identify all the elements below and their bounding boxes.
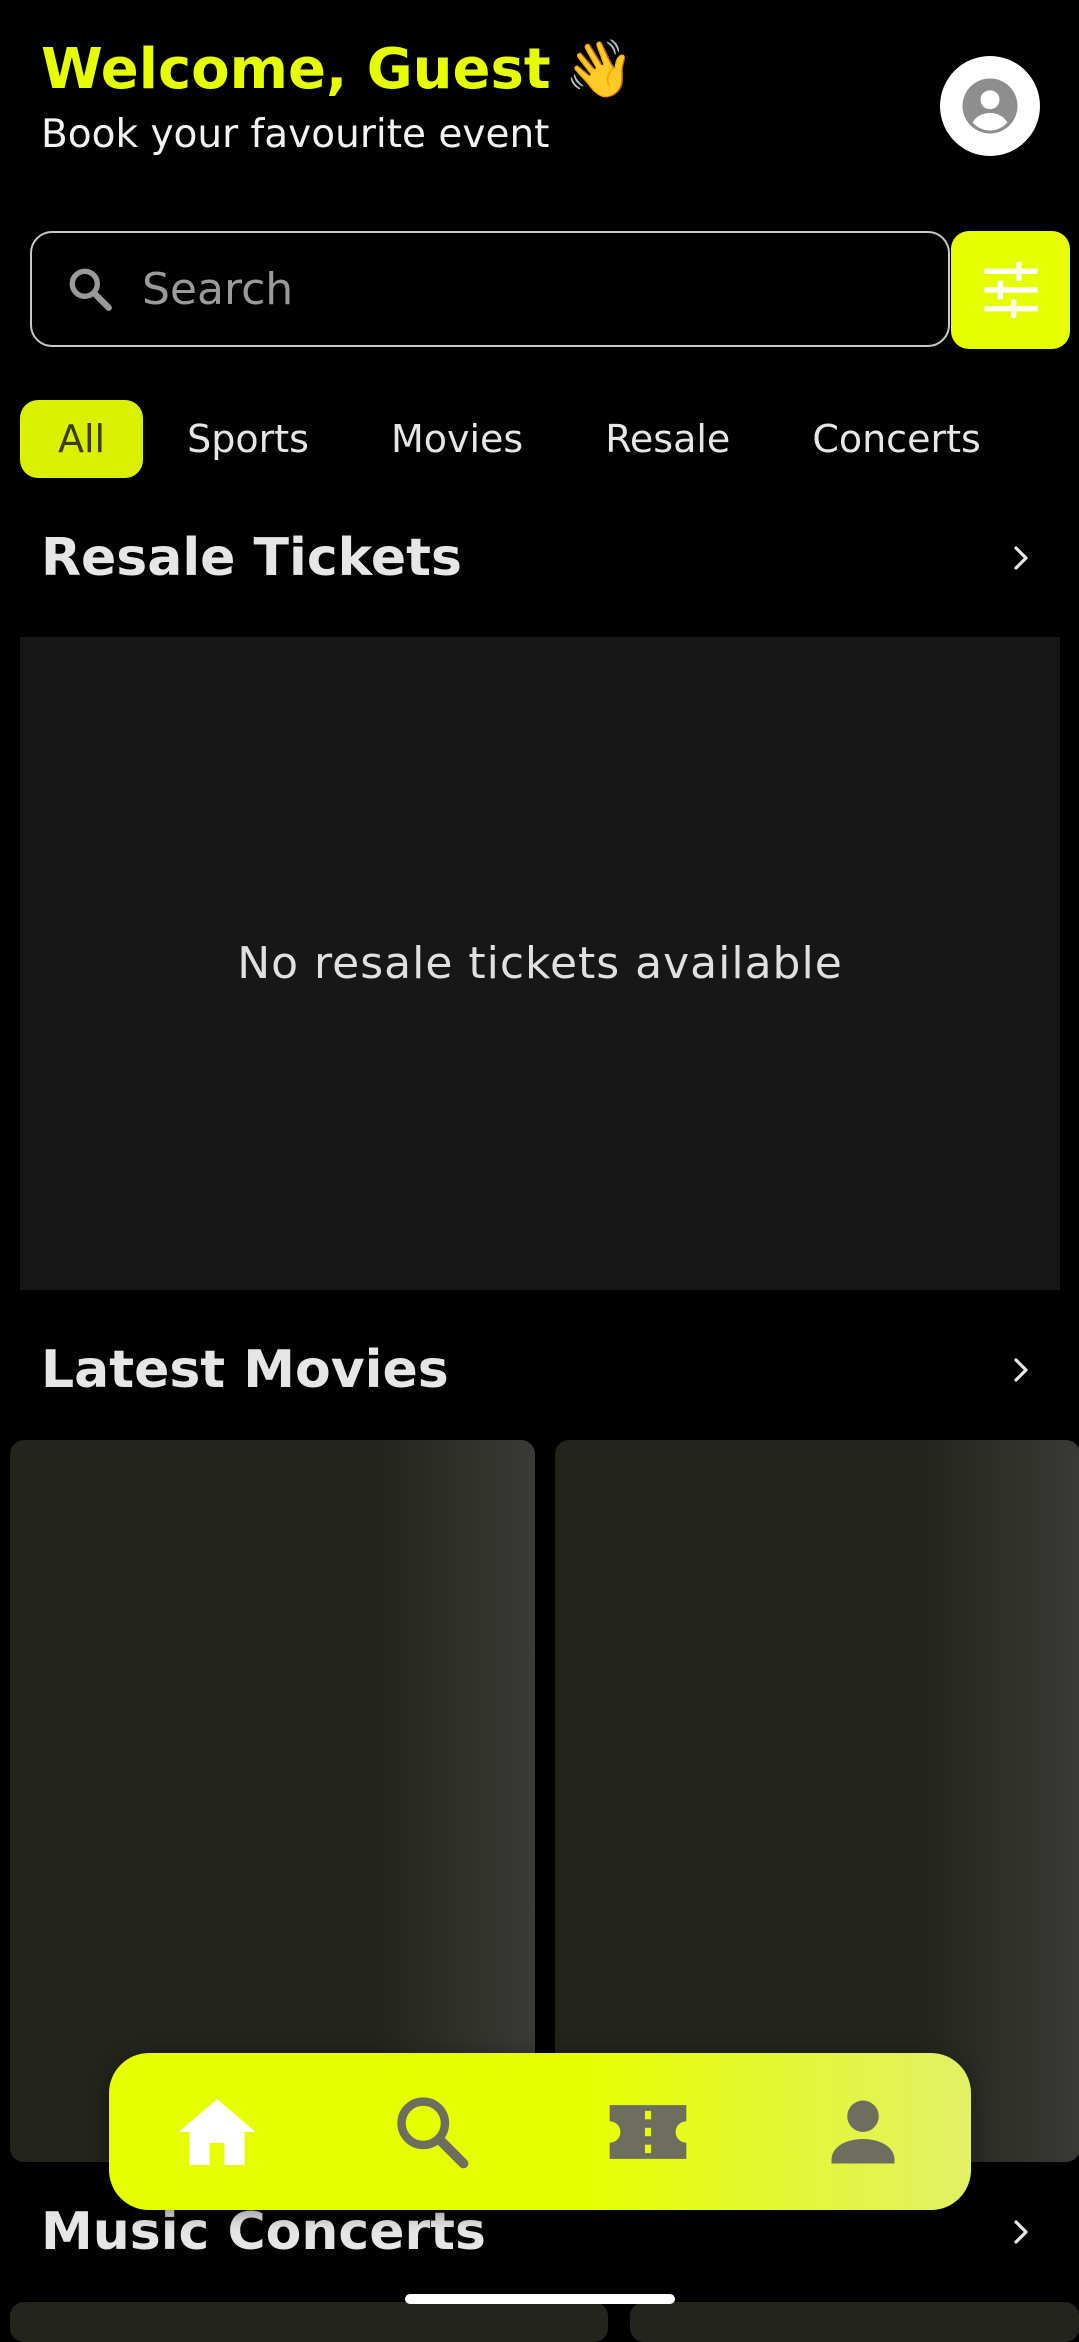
movies-section-header[interactable]: Latest Movies: [41, 1335, 1041, 1405]
section-title: Music Concerts: [41, 2202, 486, 2262]
chip-concerts[interactable]: Concerts: [774, 400, 1018, 478]
empty-state-message: No resale tickets available: [237, 938, 843, 989]
welcome-heading: Welcome, Guest 👋: [41, 30, 741, 110]
section-title: Resale Tickets: [41, 528, 462, 588]
search-bar[interactable]: [30, 231, 950, 347]
chevron-right-icon[interactable]: [1001, 1350, 1041, 1390]
chip-movies[interactable]: Movies: [353, 400, 561, 478]
chevron-right-icon[interactable]: [1001, 2212, 1041, 2252]
header: Welcome, Guest 👋 Book your favourite even…: [41, 30, 741, 160]
search-input[interactable]: [140, 232, 904, 346]
search-icon: [397, 2096, 469, 2168]
resale-tickets-panel: No resale tickets available: [20, 637, 1060, 1290]
resale-section-header[interactable]: Resale Tickets: [41, 523, 1041, 593]
welcome-subtitle: Book your favourite event: [41, 112, 550, 157]
concert-card[interactable]: [630, 2302, 1079, 2342]
category-chips: All Sports Movies Resale Concerts: [20, 400, 1025, 478]
home-icon: [178, 2098, 256, 2165]
tune-sliders-icon: [983, 262, 1038, 318]
nav-tickets[interactable]: [588, 2072, 708, 2192]
welcome-text: Welcome, Guest: [41, 37, 551, 102]
chip-all[interactable]: All: [20, 400, 144, 478]
nav-search[interactable]: [372, 2072, 492, 2192]
home-indicator: [405, 2294, 675, 2304]
chevron-right-icon[interactable]: [1001, 538, 1041, 578]
filter-button[interactable]: [951, 231, 1070, 349]
nav-home[interactable]: [157, 2072, 277, 2192]
person-icon: [831, 2100, 895, 2163]
chip-resale[interactable]: Resale: [567, 400, 768, 478]
ticket-icon: [609, 2104, 687, 2159]
waving-hand-icon: 👋: [564, 37, 635, 102]
bottom-navigation: [109, 2053, 971, 2210]
concert-card[interactable]: [10, 2302, 608, 2342]
chip-sports[interactable]: Sports: [149, 400, 347, 478]
profile-avatar-button[interactable]: [940, 56, 1040, 156]
nav-profile[interactable]: [803, 2072, 923, 2192]
search-icon: [62, 261, 118, 317]
section-title: Latest Movies: [41, 1340, 449, 1400]
account-circle-icon: [962, 78, 1018, 134]
